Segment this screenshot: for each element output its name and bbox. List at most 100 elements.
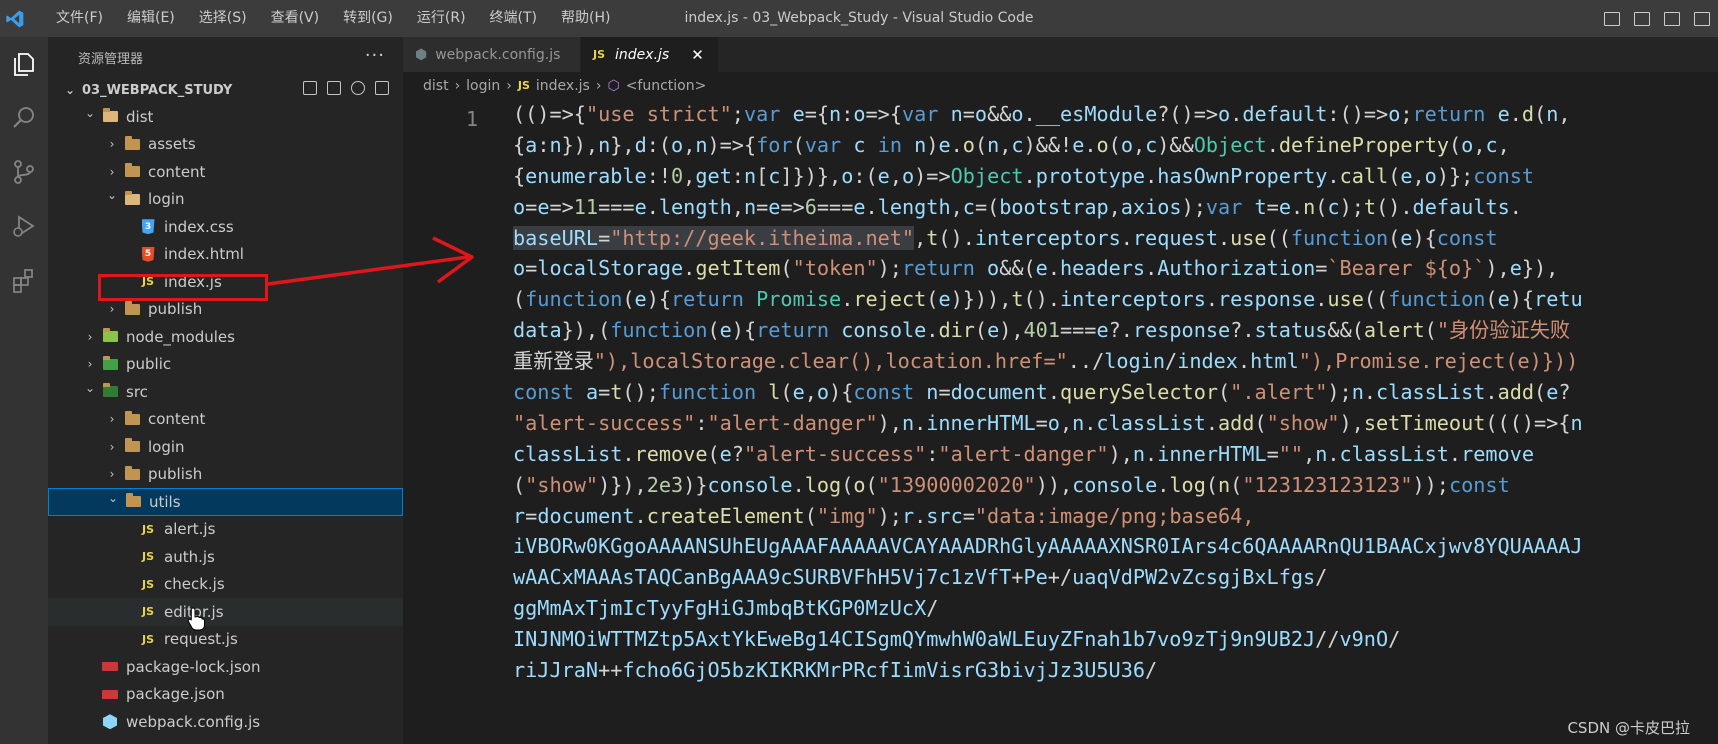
- tree-item-package-json[interactable]: package.json: [48, 681, 403, 709]
- watermark: CSDN @卡皮巴拉: [1567, 719, 1690, 737]
- tree-item-index-css[interactable]: 3 index.css: [48, 213, 403, 241]
- code-line[interactable]: o=localStorage.getItem("token");return o…: [513, 253, 1583, 284]
- close-icon[interactable]: ✕: [691, 46, 704, 64]
- code-line[interactable]: o=e=>11===e.length,n=e=>6===e.length,c=(…: [513, 192, 1583, 223]
- code-line[interactable]: const a=t();function l(e,o){const n=docu…: [513, 377, 1583, 408]
- chevron-right-icon: ›: [109, 439, 115, 454]
- new-file-icon[interactable]: [303, 81, 317, 95]
- source-control-icon[interactable]: [0, 145, 48, 199]
- menu-item[interactable]: 编辑(E): [115, 0, 187, 37]
- search-icon[interactable]: [0, 91, 48, 145]
- tree-item-label: content: [148, 410, 206, 429]
- js-file-icon: JS: [517, 79, 530, 92]
- tree-item-label: request.js: [164, 630, 238, 649]
- tree-item-alert-js[interactable]: JS alert.js: [48, 516, 403, 544]
- tree-item-content[interactable]: › content: [48, 158, 403, 186]
- tree-item-assets[interactable]: › assets: [48, 131, 403, 159]
- chevron-right-icon: ›: [506, 77, 512, 94]
- tree-item-label: node_modules: [126, 327, 235, 346]
- run-debug-icon[interactable]: [0, 199, 48, 253]
- tree-item-label: check.js: [164, 575, 225, 594]
- folder-open-icon: [122, 190, 142, 207]
- tree-item-utils[interactable]: ⌄ utils: [48, 488, 403, 516]
- extensions-icon[interactable]: [0, 253, 48, 307]
- customize-layout-icon[interactable]: [1694, 11, 1710, 26]
- breadcrumb-item[interactable]: login: [466, 78, 500, 94]
- chevron-right-icon: ›: [454, 77, 461, 94]
- tab-webpack-config[interactable]: ⬢ webpack.config.js: [403, 37, 581, 72]
- more-actions-icon[interactable]: ···: [365, 45, 385, 66]
- tree-item-label: dist: [126, 107, 154, 126]
- menu-item[interactable]: 终端(T): [478, 0, 549, 37]
- toggle-sidebar-icon[interactable]: [1604, 11, 1620, 26]
- chevron-down-icon: ⌄: [64, 83, 76, 97]
- editor-tabs: ⬢ webpack.config.js JS index.js ✕: [403, 37, 1718, 72]
- menu-item[interactable]: 转到(G): [331, 0, 405, 37]
- menu-item[interactable]: 帮助(H): [549, 0, 622, 37]
- tree-item-index-html[interactable]: 5 index.html: [48, 241, 403, 269]
- tree-item-content[interactable]: › content: [48, 406, 403, 434]
- tree-item-webpack-config-js[interactable]: webpack.config.js: [48, 708, 403, 736]
- tab-index-js[interactable]: JS index.js ✕: [581, 37, 719, 72]
- tab-label: webpack.config.js: [435, 46, 561, 63]
- code-line[interactable]: wAACxMAAAsTAQCanBgAAA9cSURBVFhH5Vj7c1zVf…: [513, 562, 1583, 593]
- folder-icon: [122, 163, 142, 180]
- code-line[interactable]: r=document.createElement("img");r.src="d…: [513, 501, 1583, 532]
- project-header[interactable]: ⌄ 03_WEBPACK_STUDY: [48, 77, 403, 103]
- code-line[interactable]: {enumerable:!0,get:n[c]})},o:(e,o)=>Obje…: [513, 161, 1583, 192]
- file-tree: ⌄ dist › assets › content ⌄ login 3 index.css 5 ind…: [48, 103, 403, 736]
- code-line[interactable]: baseURL="http://geek.itheima.net",t().in…: [513, 223, 1583, 254]
- json-file-icon: [100, 686, 120, 702]
- new-folder-icon[interactable]: [327, 81, 341, 95]
- tree-item-request-js[interactable]: JS request.js: [48, 626, 403, 654]
- code-line[interactable]: (()=>{"use strict";var e={n:o=>{var n=o&…: [513, 99, 1583, 130]
- js-file-icon: JS: [593, 48, 606, 61]
- tree-item-public[interactable]: › public: [48, 351, 403, 379]
- toggle-secondary-sidebar-icon[interactable]: [1664, 11, 1680, 26]
- menu-item[interactable]: 运行(R): [405, 0, 478, 37]
- collapse-all-icon[interactable]: [375, 81, 389, 95]
- code-line[interactable]: classList.remove(e?"alert-success":"aler…: [513, 439, 1583, 470]
- code-line[interactable]: ggMmAxTjmIcTyyFgHiGJmbqBtKGP0MzUcX/: [513, 593, 1583, 624]
- activity-bar: [0, 37, 48, 744]
- tree-item-login[interactable]: › login: [48, 433, 403, 461]
- code-line[interactable]: data}),(function(e){return console.dir(e…: [513, 315, 1583, 346]
- tree-item-label: src: [126, 382, 148, 401]
- chevron-down-icon: ⌄: [84, 105, 96, 120]
- explorer-title: 资源管理器: [78, 51, 144, 67]
- code-line[interactable]: "alert-success":"alert-danger"),n.innerH…: [513, 408, 1583, 439]
- tree-item-auth-js[interactable]: JS auth.js: [48, 543, 403, 571]
- explorer-icon[interactable]: [0, 37, 48, 91]
- code-line[interactable]: (function(e){return Promise.reject(e)}))…: [513, 284, 1583, 315]
- tree-item-dist[interactable]: ⌄ dist: [48, 103, 403, 131]
- breadcrumb: dist › login › JS index.js › ⬡ <function…: [403, 72, 1718, 99]
- code-line[interactable]: riJJraN++fcho6GjO5bzKIKRKMrPRcfIimVisrG3…: [513, 655, 1583, 686]
- folder-src-icon: [100, 383, 120, 400]
- js-file-icon: JS: [141, 550, 154, 564]
- breadcrumb-item[interactable]: dist: [423, 78, 449, 94]
- code-line[interactable]: ("show")}),2e3)}console.log(o("139000020…: [513, 470, 1583, 501]
- refresh-icon[interactable]: [351, 81, 365, 95]
- tree-item-login[interactable]: ⌄ login: [48, 186, 403, 214]
- menu-item[interactable]: 查看(V): [259, 0, 332, 37]
- code-line[interactable]: 重新登录"),localStorage.clear(),location.hre…: [513, 346, 1583, 377]
- tree-item-src[interactable]: ⌄ src: [48, 378, 403, 406]
- menu-item[interactable]: 文件(F): [44, 0, 115, 37]
- webpack-file-icon: ⬢: [415, 46, 428, 63]
- tab-label: index.js: [615, 46, 670, 63]
- toggle-panel-icon[interactable]: [1634, 11, 1650, 26]
- code-line[interactable]: {a:n}),n},d:(o,n)=>{for(var c in n)e.o(n…: [513, 130, 1583, 161]
- tree-item-editor-js[interactable]: JSeditor.js: [48, 598, 403, 626]
- menu-item[interactable]: 选择(S): [187, 0, 259, 37]
- code-line[interactable]: iVBORw0KGgoAAAANSUhEUgAAAFAAAAAVCAYAAADR…: [513, 531, 1583, 562]
- breadcrumb-item[interactable]: index.js: [536, 78, 590, 94]
- tree-item-node-modules[interactable]: › node_modules: [48, 323, 403, 351]
- tree-item-package-lock-json[interactable]: package-lock.json: [48, 653, 403, 681]
- tree-item-publish[interactable]: › publish: [48, 461, 403, 489]
- breadcrumb-item[interactable]: <function>: [626, 78, 707, 94]
- tree-item-check-js[interactable]: JS check.js: [48, 571, 403, 599]
- explorer-header: 资源管理器 ···: [48, 37, 403, 77]
- code-editor[interactable]: 1 (()=>{"use strict";var e={n:o=>{var n=…: [403, 99, 1718, 744]
- code-line[interactable]: INJNMOiWTTMZtp5AxtYkEweBg14CISgmQYmwhW0a…: [513, 624, 1583, 655]
- code-lines[interactable]: (()=>{"use strict";var e={n:o=>{var n=o&…: [513, 99, 1583, 686]
